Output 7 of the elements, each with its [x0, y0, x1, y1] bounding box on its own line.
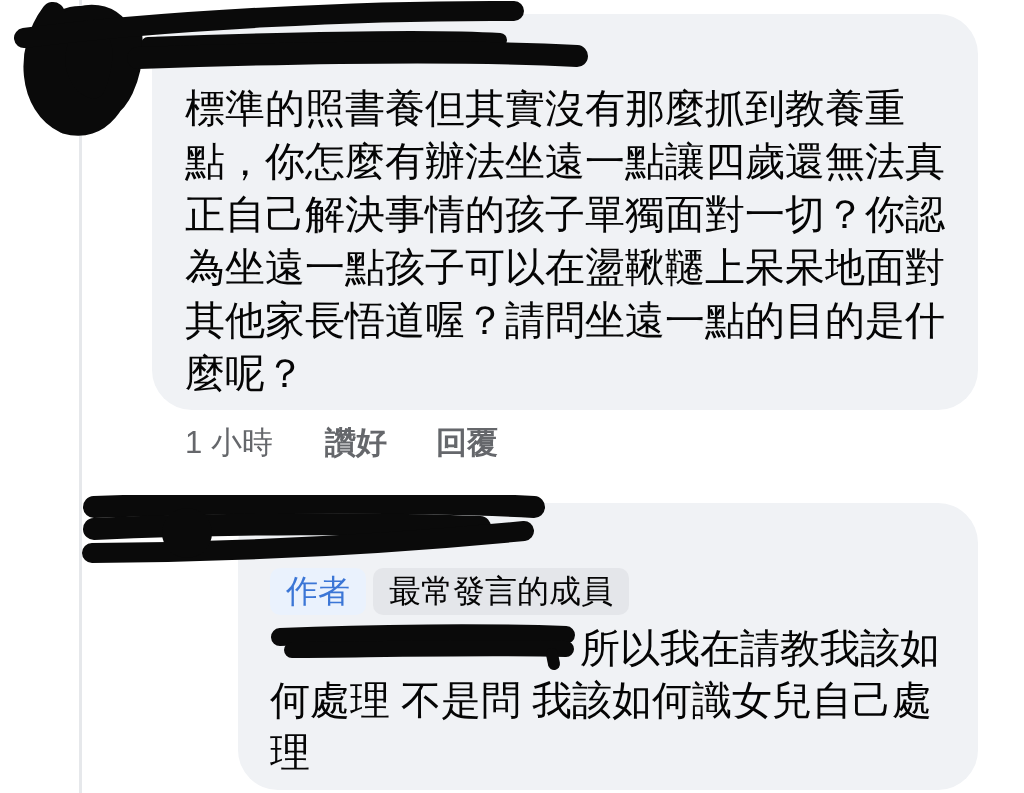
author-badge: 作者 [270, 568, 366, 615]
reply-button[interactable]: 回覆 [435, 423, 498, 463]
reply-text: 所以我在請教我該如何處理 不是問 我該如何識女兒自己處理 [270, 623, 941, 776]
top-contributor-badge: 最常發言的成員 [373, 568, 629, 615]
timestamp: 1 小時 [185, 424, 273, 462]
like-button[interactable]: 讚好 [324, 423, 387, 463]
comment-text: 標準的照書養但其實沒有那麼抓到教養重點，你怎麼有辦法坐遠一點讓四歲還無法真正自己解決事情的孩子單獨面對一切？你認為坐遠一點孩子可以在盪鞦韆上呆呆地面對其他家長悟道喔？請問坐遠一點的目的是什麼呢？ [185, 85, 946, 397]
